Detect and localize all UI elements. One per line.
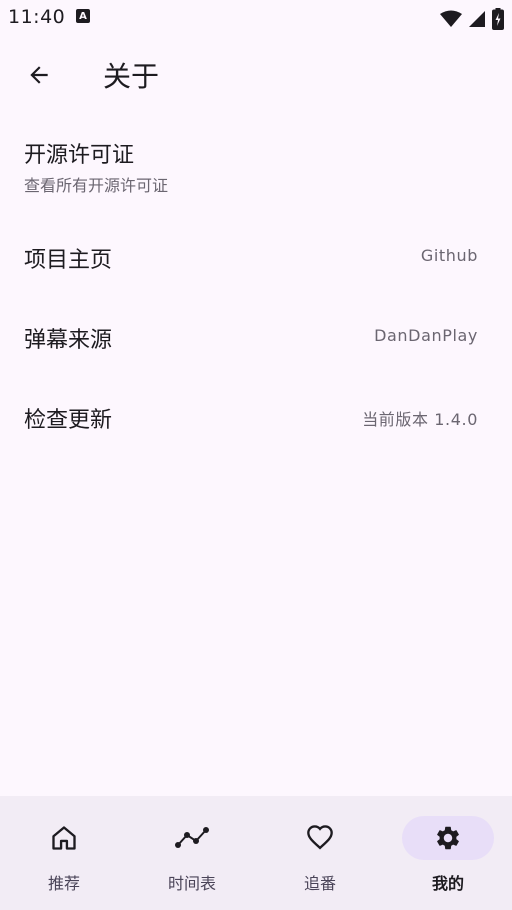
page-title: 关于 xyxy=(103,60,160,93)
app-bar: 关于 xyxy=(0,40,512,110)
row-title: 项目主页 xyxy=(24,248,113,273)
nav-icon-container xyxy=(32,816,96,860)
bottom-navigation: 推荐 时间表 追番 我的 xyxy=(0,796,512,910)
nav-item-recommend[interactable]: 推荐 xyxy=(0,796,128,910)
nav-label: 时间表 xyxy=(167,874,216,893)
nav-item-timetable[interactable]: 时间表 xyxy=(128,796,256,910)
project-homepage-item[interactable]: 项目主页 Github xyxy=(0,218,512,298)
row-title: 弹幕来源 xyxy=(24,328,113,353)
heart-icon xyxy=(307,825,333,850)
notification-badge-icon: A xyxy=(76,9,90,23)
arrow-back-icon xyxy=(30,66,48,84)
open-source-licenses-item[interactable]: 开源许可证 查看所有开源许可证 xyxy=(0,122,512,202)
nav-icon-container xyxy=(160,816,224,860)
wifi-icon xyxy=(440,10,462,27)
nav-item-following[interactable]: 追番 xyxy=(256,796,384,910)
nav-label: 推荐 xyxy=(47,874,80,893)
status-icons xyxy=(440,8,504,30)
row-value: 当前版本 1.4.0 xyxy=(362,410,478,429)
settings-gear-icon xyxy=(437,826,459,850)
row-title: 检查更新 xyxy=(24,408,113,433)
row-subtitle: 查看所有开源许可证 xyxy=(24,176,169,195)
status-bar: 11:40 A xyxy=(0,0,512,36)
row-value: DanDanPlay xyxy=(374,326,478,345)
check-update-item[interactable]: 检查更新 当前版本 1.4.0 xyxy=(0,378,512,458)
status-time: 11:40 xyxy=(8,6,66,28)
back-button[interactable] xyxy=(14,50,64,100)
active-indicator xyxy=(402,816,494,860)
home-icon xyxy=(52,826,76,850)
nav-item-mine[interactable]: 我的 xyxy=(384,796,512,910)
timeline-icon xyxy=(175,827,209,848)
danmaku-source-item[interactable]: 弹幕来源 DanDanPlay xyxy=(0,298,512,378)
nav-label: 追番 xyxy=(303,874,336,893)
row-title: 开源许可证 xyxy=(24,143,135,168)
nav-icon-container xyxy=(288,816,352,860)
row-value: Github xyxy=(420,246,478,265)
cell-signal-icon xyxy=(469,11,485,27)
nav-label: 我的 xyxy=(431,874,464,893)
battery-charging-icon xyxy=(492,8,504,30)
